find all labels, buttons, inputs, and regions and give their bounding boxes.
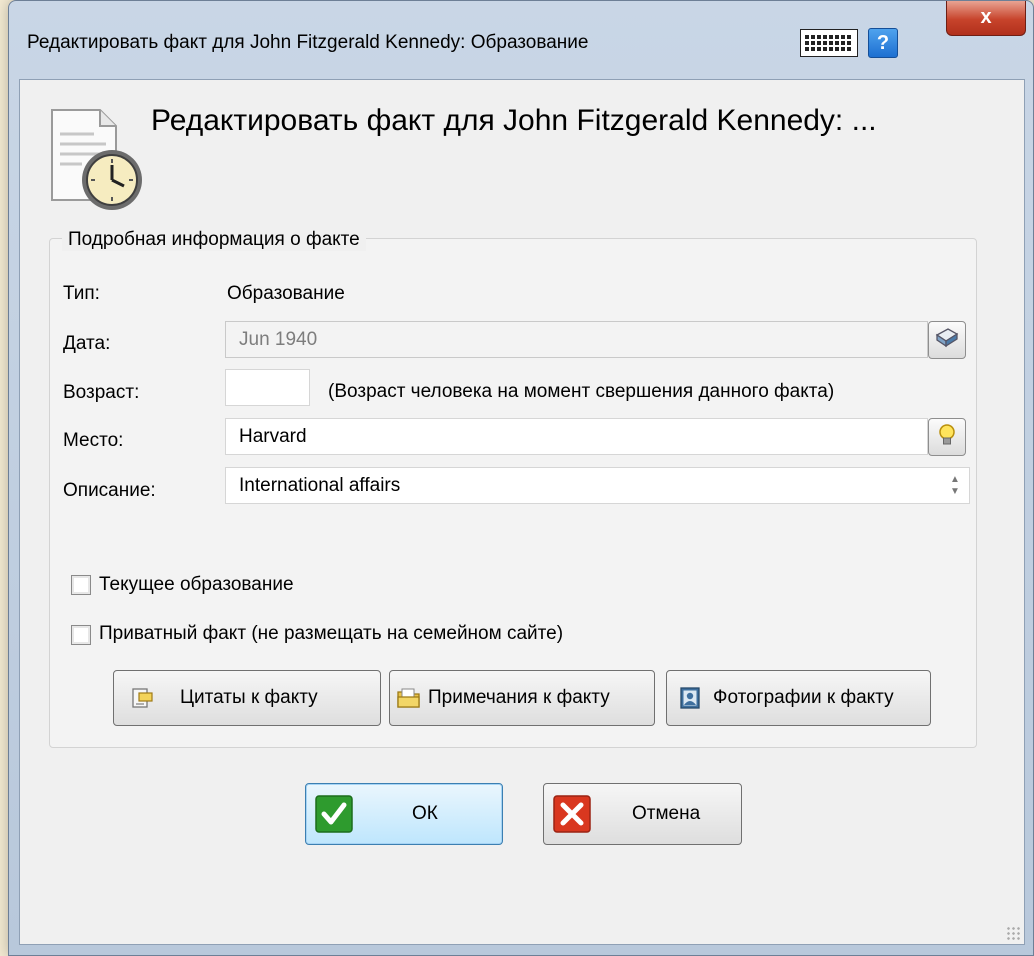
lightbulb-icon [937,423,957,452]
keyboard-icon[interactable] [800,29,858,57]
dialog-heading: Редактировать факт для John Fitzgerald K… [151,104,877,137]
age-hint: (Возраст человека на момент свершения да… [328,381,835,402]
window-title: Редактировать факт для John Fitzgerald K… [27,32,589,53]
current-education-checkbox[interactable] [71,575,91,595]
photos-button[interactable]: Фотографии к факту [666,670,931,726]
type-label: Тип: [63,283,100,304]
calendar-icon [934,326,960,355]
description-field[interactable]: International affairs [225,467,970,504]
title-bar[interactable]: Редактировать факт для John Fitzgerald K… [9,1,1033,79]
quotes-button-label: Цитаты к факту [180,687,318,708]
ok-button[interactable]: ОК [305,783,503,845]
dialog-window: Редактировать факт для John Fitzgerald K… [8,0,1034,956]
ok-button-label: ОК [412,803,438,824]
current-education-label: Текущее образование [99,574,294,595]
quote-note-icon [114,686,170,710]
dialog-body: Редактировать факт для John Fitzgerald K… [19,79,1025,945]
age-field[interactable] [225,369,310,406]
private-fact-checkbox[interactable] [71,625,91,645]
quotes-button[interactable]: Цитаты к факту [113,670,381,726]
date-picker-button[interactable] [928,321,966,359]
notes-button[interactable]: Примечания к факту [389,670,655,726]
date-field[interactable]: Jun 1940 [225,321,928,358]
description-label: Описание: [63,480,156,501]
date-label: Дата: [63,333,111,354]
place-field[interactable]: Harvard [225,418,928,455]
place-lookup-button[interactable] [928,418,966,456]
help-icon[interactable]: ? [868,28,898,58]
place-label: Место: [63,430,124,451]
resize-grip[interactable] [1006,926,1020,940]
cancel-button[interactable]: Отмена [543,783,742,845]
photo-icon [667,686,713,710]
age-label: Возраст: [63,382,140,403]
cancel-button-label: Отмена [632,803,701,824]
cross-icon [544,795,600,833]
private-fact-label: Приватный факт (не размещать на семейном… [99,623,564,644]
notes-button-label: Примечания к факту [428,687,610,708]
description-scroll[interactable]: ▲ ▼ [944,467,966,504]
photos-button-label: Фотографии к факту [713,687,894,708]
checkmark-icon [306,795,362,833]
fact-details-legend: Подробная информация о факте [62,229,366,251]
folder-notes-icon [390,686,428,710]
close-button[interactable]: x [946,1,1026,36]
document-clock-icon [42,104,162,214]
type-value: Образование [227,283,345,304]
